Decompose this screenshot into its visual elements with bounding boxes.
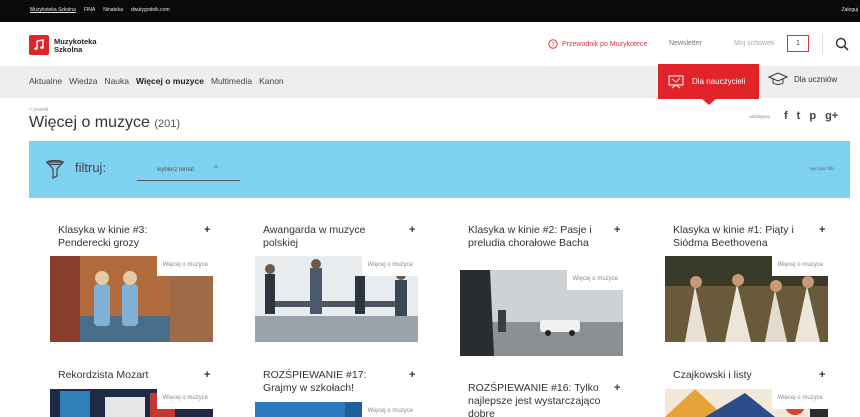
nav-item-wiecej-o-muzyce[interactable]: Więcej o muzyce	[136, 76, 204, 86]
clear-filter-link[interactable]: wyczyść filtr	[810, 166, 834, 171]
nav-items: Aktualne Wiedza Nauka Więcej o muzyce Mu…	[29, 76, 284, 86]
page-title: Więcej o muzyce (201)	[29, 114, 180, 132]
category-badge: Więcej o muzyce	[771, 256, 828, 276]
card-image[interactable]: Więcej o muzyce	[50, 256, 213, 342]
pinterest-icon[interactable]: p	[809, 110, 816, 122]
add-to-clipboard-button[interactable]: +	[409, 369, 415, 381]
add-to-clipboard-button[interactable]: +	[614, 382, 620, 394]
share-label: udostępnij	[749, 114, 770, 119]
add-to-clipboard-button[interactable]: +	[819, 369, 825, 381]
site-header: Muzykoteka Szkolna ? Przewodnik po Muzyk…	[0, 22, 860, 66]
card-image[interactable]: Więcej o muzyce	[665, 256, 828, 342]
filter-label: filtruj:	[75, 160, 107, 175]
top-link-ninateka[interactable]: Ninateka	[103, 7, 123, 13]
logo-line-2: Szkolna	[54, 45, 83, 54]
teachers-label: Dla nauczycieli	[692, 77, 746, 86]
card-title[interactable]: Awangarda w muzyce polskiej	[263, 224, 398, 250]
category-badge: Więcej o muzyce	[156, 389, 213, 409]
guide-label: Przewodnik po Muzykotece	[562, 40, 648, 48]
add-to-clipboard-button[interactable]: +	[204, 224, 210, 236]
topic-select[interactable]: wybierz temat ^	[137, 160, 240, 181]
nav-item-aktualne[interactable]: Aktualne	[29, 76, 62, 86]
teachers-pointer	[702, 99, 716, 105]
twitter-icon[interactable]: t	[797, 110, 801, 122]
guide-link[interactable]: ? Przewodnik po Muzykotece	[548, 39, 647, 49]
students-button[interactable]: Dla uczniów	[768, 72, 837, 86]
logo-text[interactable]: Muzykoteka Szkolna	[54, 38, 97, 54]
card-image[interactable]: Więcej o muzyce	[255, 402, 418, 417]
add-to-clipboard-button[interactable]: +	[819, 224, 825, 236]
students-label: Dla uczniów	[794, 74, 838, 84]
clipboard-count[interactable]: 1	[787, 35, 809, 52]
chevron-up-icon: ^	[214, 164, 218, 173]
top-link-muzykoteka[interactable]: Muzykoteka Szkolna	[30, 7, 76, 13]
card-title[interactable]: Rekordzista Mozart	[58, 369, 193, 382]
question-circle-icon: ?	[548, 39, 558, 49]
share-icons: f t p g+	[784, 110, 838, 122]
page-title-count: (201)	[154, 118, 181, 130]
card-title[interactable]: Czajkowski i listy	[673, 369, 808, 382]
graduation-cap-icon	[768, 72, 788, 85]
filter-bar: filtruj: wybierz temat ^ wyczyść filtr	[29, 141, 850, 198]
logo-mark[interactable]	[29, 35, 49, 55]
card-title[interactable]: Klasyka w kinie #2: Pasje i preludia cho…	[468, 224, 603, 250]
top-bar: Muzykoteka Szkolna FINA Ninateka dwutygo…	[0, 0, 860, 22]
card-image[interactable]: Więcej o muzyce	[50, 389, 213, 417]
category-badge: Więcej o muzyce	[771, 389, 828, 409]
back-link[interactable]: < powrót	[29, 107, 48, 113]
login-link[interactable]: Zaloguj	[842, 7, 858, 13]
nav-item-nauka[interactable]: Nauka	[104, 76, 129, 86]
funnel-icon	[45, 159, 65, 179]
topic-select-value: wybierz temat	[157, 167, 195, 173]
category-badge: Więcej o muzyce	[361, 402, 418, 417]
add-to-clipboard-button[interactable]: +	[204, 369, 210, 381]
page-title-text: Więcej o muzyce	[29, 114, 150, 131]
search-icon[interactable]	[835, 37, 849, 51]
newsletter-link[interactable]: Newsletter	[669, 40, 702, 47]
clipboard-link[interactable]: Mój schowek	[734, 40, 774, 47]
category-badge: Więcej o muzyce	[566, 270, 623, 290]
facebook-icon[interactable]: f	[784, 110, 788, 122]
card-image[interactable]: Więcej o muzyce	[460, 270, 623, 356]
add-to-clipboard-button[interactable]: +	[614, 224, 620, 236]
category-badge: Więcej o muzyce	[361, 256, 418, 276]
nav-item-multimedia[interactable]: Multimedia	[211, 76, 252, 86]
card-image[interactable]: Więcej o muzyce	[665, 389, 828, 417]
add-to-clipboard-button[interactable]: +	[409, 224, 415, 236]
google-plus-icon[interactable]: g+	[825, 110, 838, 122]
teachers-button[interactable]: Dla nauczycieli	[658, 64, 759, 99]
card-title[interactable]: Klasyka w kinie #3: Penderecki grozy	[58, 224, 193, 250]
category-badge: Więcej o muzyce	[156, 256, 213, 276]
presentation-board-icon	[668, 75, 684, 88]
card-title[interactable]: ROZŚPIEWANIE #16: Tylko najlepsze jest w…	[468, 382, 603, 417]
card-image[interactable]: Więcej o muzyce	[255, 256, 418, 342]
header-divider	[822, 34, 823, 54]
card-title[interactable]: ROZŚPIEWANIE #17: Grajmy w szkołach!	[263, 369, 398, 395]
top-links: Muzykoteka Szkolna FINA Ninateka dwutygo…	[30, 7, 170, 13]
nav-item-wiedza[interactable]: Wiedza	[69, 76, 97, 86]
top-link-dwutygodnik[interactable]: dwutygodnik.com	[131, 7, 170, 13]
card-title[interactable]: Klasyka w kinie #1: Piąty i Siódma Beeth…	[673, 224, 808, 250]
nav-item-kanon[interactable]: Kanon	[259, 76, 284, 86]
music-note-icon	[34, 39, 44, 50]
top-link-fina[interactable]: FINA	[84, 7, 95, 13]
